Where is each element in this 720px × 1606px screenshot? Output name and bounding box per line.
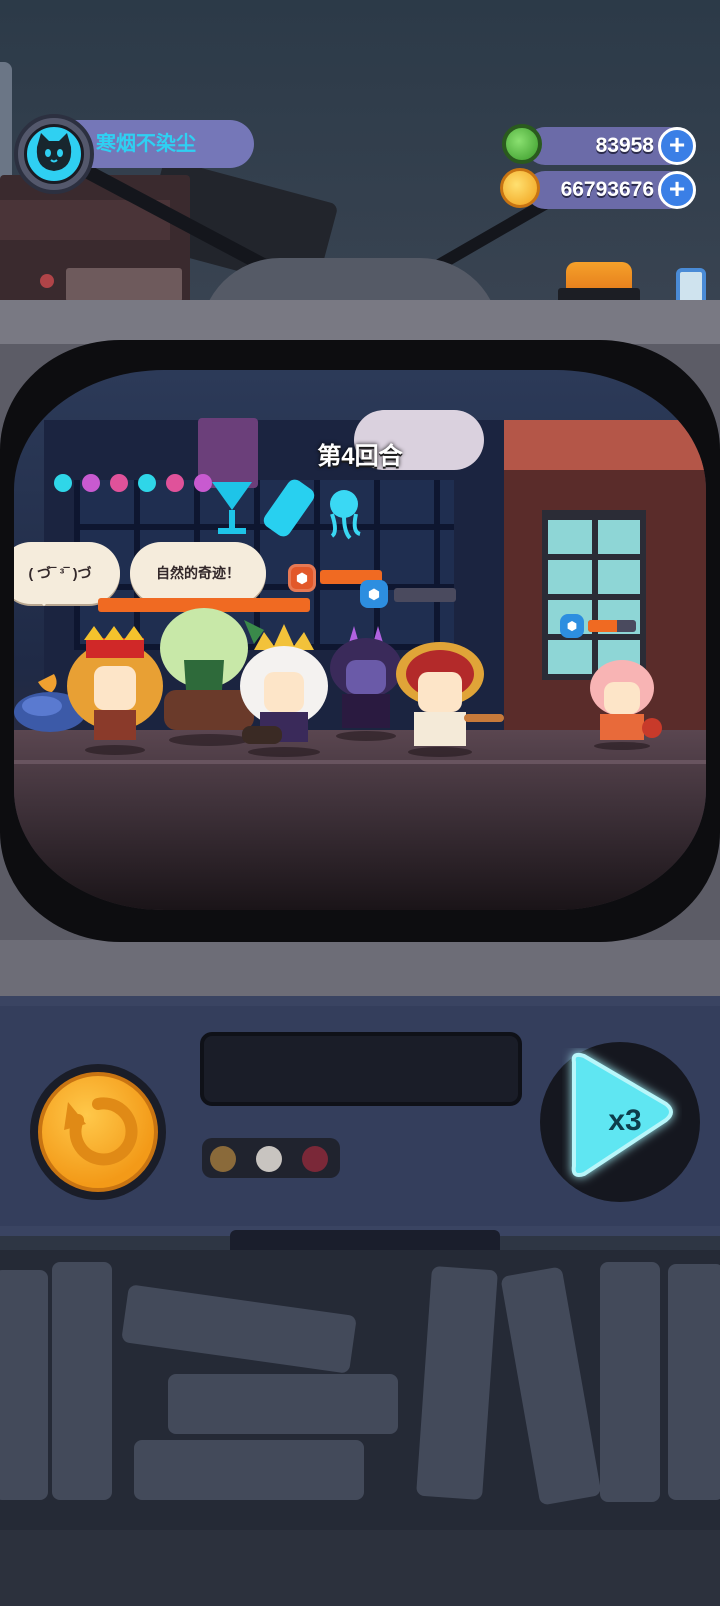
gold-coin-icon [500, 168, 540, 208]
enemy-health-bar [588, 620, 636, 632]
laurel-warrior-character[interactable] [384, 632, 514, 762]
speech-text: ( づ‾ ³‾ )づ [28, 565, 92, 581]
console-display [200, 1032, 522, 1106]
player-name: 寒烟不染尘 [96, 133, 196, 155]
stage-edge [14, 760, 706, 764]
element-dot [256, 1146, 282, 1172]
coin-value: 66793676 [560, 178, 654, 201]
add-gem-button[interactable]: + [658, 127, 696, 165]
speed-multiplier-button[interactable]: x3 [580, 1096, 670, 1146]
book [0, 1270, 48, 1500]
stage-floor [14, 730, 706, 910]
round-counter: 第4回合 [317, 443, 403, 470]
console-foot [230, 1230, 500, 1250]
neon-bar-sign-icon [212, 479, 361, 540]
tv-frame-top [0, 300, 720, 344]
wall-detail [0, 62, 12, 184]
shield-blue-icon: ⬢ [560, 614, 584, 638]
book [168, 1374, 398, 1434]
speech-bubble: ( づ‾ ³‾ )づ [14, 542, 120, 606]
shelf-indicator-light [40, 274, 54, 288]
restart-arrow-icon [64, 1097, 138, 1166]
neon-lights [54, 474, 224, 494]
add-coin-button[interactable]: + [658, 171, 696, 209]
speech-text: 自然的奇迹！ [156, 565, 240, 581]
book [52, 1262, 112, 1500]
tv-frame-bottom [0, 940, 720, 1000]
element-dot [302, 1146, 328, 1172]
health-bar [394, 588, 456, 602]
speech-bubble: 自然的奇迹！ [130, 542, 266, 606]
shield-blue-icon: ⬢ [360, 580, 388, 608]
shelf-plank [0, 1530, 720, 1606]
cat-avatar-icon[interactable] [24, 124, 84, 184]
book [134, 1440, 364, 1500]
gem-value: 83958 [595, 134, 654, 157]
shelf-label [66, 268, 182, 302]
book [600, 1262, 660, 1502]
element-dot [210, 1146, 236, 1172]
green-gem-icon [502, 124, 542, 164]
book [668, 1264, 720, 1500]
shield-orange-icon: ⬢ [288, 564, 316, 592]
pink-girl-enemy-character[interactable] [570, 652, 680, 752]
battle-screen: 第4回合 ( づ‾ ³‾ )づ 自然的奇迹！ ⬢ ⬢ ⬢ [14, 370, 706, 910]
restart-button[interactable] [38, 1072, 158, 1192]
